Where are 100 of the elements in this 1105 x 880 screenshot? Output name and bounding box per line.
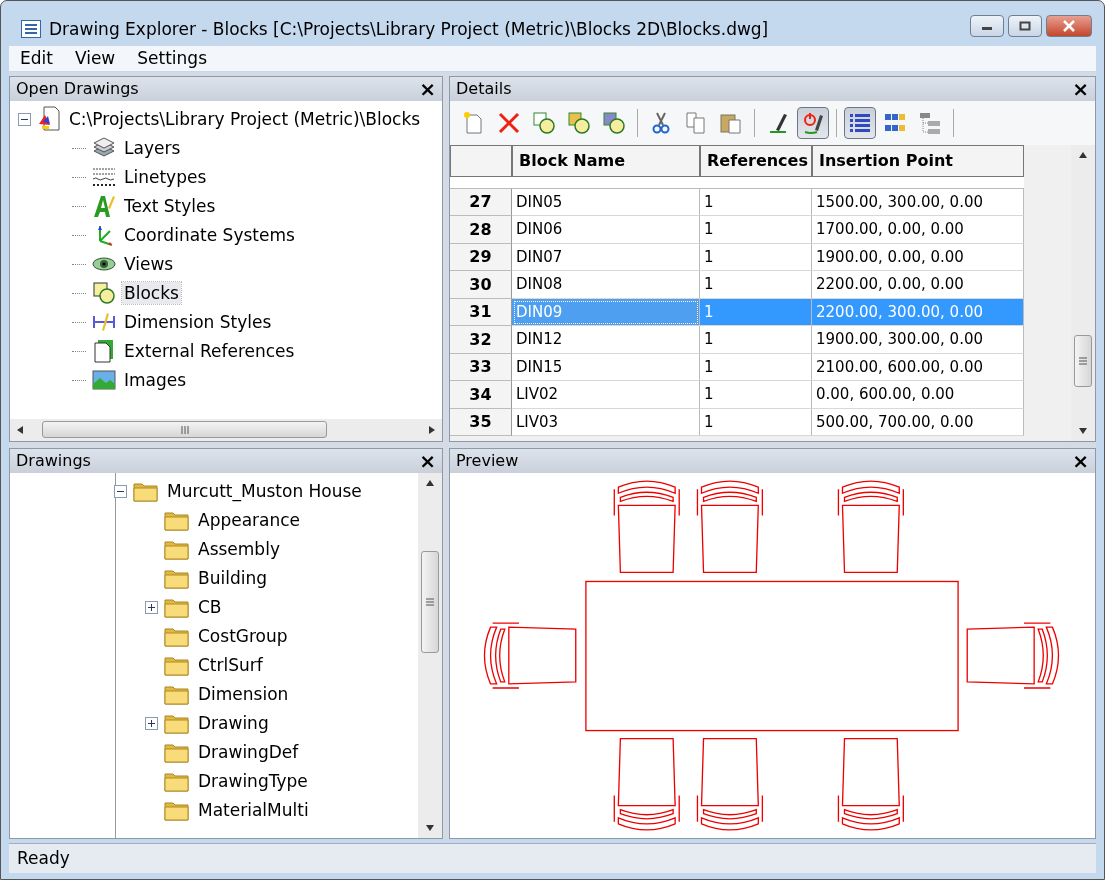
row-number: 34: [450, 381, 512, 409]
plus-icon: [147, 718, 156, 728]
menu-item[interactable]: Edit: [9, 48, 64, 69]
minimize-button[interactable]: [970, 15, 1004, 37]
column-header[interactable]: Insertion Point: [812, 144, 1024, 177]
table-cell[interactable]: 1500.00, 300.00, 0.00: [812, 188, 1024, 217]
tree-item[interactable]: CtrlSurf: [196, 654, 265, 677]
text-style-icon: [92, 194, 116, 219]
table-cell[interactable]: 1: [700, 353, 812, 382]
table-cell[interactable]: 500.00, 700.00, 0.00: [812, 408, 1024, 437]
table-cell[interactable]: DIN12: [512, 326, 700, 354]
arrow-up-icon[interactable]: [1078, 150, 1088, 159]
row-number: 32: [450, 326, 512, 354]
table-cell[interactable]: 1900.00, 300.00, 0.00: [812, 326, 1024, 354]
tree-item[interactable]: DrawingType: [196, 770, 310, 793]
vertical-scrollbar[interactable]: [418, 472, 442, 838]
power-pen-icon: [801, 110, 825, 135]
collapse-toggle[interactable]: [18, 112, 31, 126]
tree-item[interactable]: Text Styles: [122, 195, 218, 218]
tree-icon: [918, 110, 942, 135]
tree-item[interactable]: Appearance: [196, 509, 303, 532]
app-icon: [21, 19, 41, 38]
table-cell[interactable]: LIV02: [512, 381, 700, 409]
tree-item[interactable]: MaterialMulti: [196, 799, 311, 822]
tree-item[interactable]: Coordinate Systems: [122, 224, 297, 247]
tree-item[interactable]: C:\Projects\Library Project (Metric)\Blocks: [67, 108, 423, 131]
table-cell[interactable]: 1: [700, 243, 812, 272]
grip-icon: [1079, 355, 1087, 366]
folder-icon: [164, 683, 190, 706]
arrow-left-icon[interactable]: [16, 424, 24, 435]
image-icon: [92, 368, 116, 393]
folder-icon: [164, 712, 190, 735]
panel-title: Open Drawings: [16, 79, 139, 99]
tree-item[interactable]: DrawingDef: [196, 741, 301, 764]
tree-item[interactable]: Layers: [122, 137, 183, 160]
close-panel-button[interactable]: ×: [1072, 78, 1089, 99]
table-cell[interactable]: DIN08: [512, 271, 700, 299]
folder-icon: [164, 509, 190, 532]
close-panel-button[interactable]: ×: [419, 450, 436, 471]
arrow-down-icon[interactable]: [1078, 426, 1088, 435]
tree-item[interactable]: Dimension Styles: [122, 311, 274, 334]
expand-toggle[interactable]: [145, 716, 158, 730]
table-cell[interactable]: 1: [700, 271, 812, 299]
menu-item[interactable]: Settings: [126, 48, 218, 69]
table-cell[interactable]: 1700.00, 0.00, 0.00: [812, 216, 1024, 244]
folder-icon: [133, 480, 159, 503]
table-cell[interactable]: 1900.00, 0.00, 0.00: [812, 243, 1024, 272]
delete-icon: [497, 110, 521, 135]
vertical-scrollbar[interactable]: [1071, 144, 1095, 441]
tree-item[interactable]: Dimension: [196, 683, 291, 706]
row-number: 28: [450, 216, 512, 244]
collapse-toggle[interactable]: [114, 484, 127, 498]
tree-item[interactable]: Images: [122, 369, 189, 392]
table-cell[interactable]: DIN06: [512, 216, 700, 244]
row-number: 31: [450, 298, 512, 327]
table-cell[interactable]: 1: [700, 216, 812, 244]
table-cell[interactable]: 0.00, 600.00, 0.00: [812, 381, 1024, 409]
table-cell[interactable]: DIN05: [512, 188, 700, 217]
table-cell[interactable]: 1: [700, 326, 812, 354]
disk-block-icon: [602, 110, 626, 135]
arrow-right-icon[interactable]: [428, 424, 436, 435]
details-view-button[interactable]: [844, 106, 876, 139]
grip-icon: [179, 425, 190, 434]
table-cell[interactable]: 1: [700, 408, 812, 437]
plus-icon: [147, 602, 156, 612]
tree-item[interactable]: Assembly: [196, 538, 282, 561]
column-header[interactable]: Block Name: [512, 144, 700, 177]
table-cell[interactable]: 2200.00, 0.00, 0.00: [812, 271, 1024, 299]
table-cell[interactable]: 1: [700, 188, 812, 217]
tree-item[interactable]: Blocks: [122, 282, 181, 305]
expand-toggle[interactable]: [145, 600, 158, 614]
close-icon: [1062, 20, 1076, 32]
tree-item[interactable]: Drawing: [196, 712, 271, 735]
folder-icon: [164, 567, 190, 590]
tree-item[interactable]: Murcutt_Muston House: [165, 480, 364, 503]
close-panel-button[interactable]: ×: [419, 78, 436, 99]
table-cell[interactable]: 2100.00, 600.00, 0.00: [812, 353, 1024, 382]
tree-item[interactable]: CB: [196, 596, 224, 619]
menu-item[interactable]: View: [63, 48, 127, 69]
tree-item[interactable]: Views: [122, 253, 176, 276]
table-cell[interactable]: DIN07: [512, 243, 700, 272]
block-icon: [532, 110, 556, 135]
close-button[interactable]: [1046, 15, 1092, 37]
maximize-button[interactable]: [1008, 15, 1042, 37]
tree-item[interactable]: Building: [196, 567, 269, 590]
tree-item[interactable]: Linetypes: [122, 166, 209, 189]
power-pen-button[interactable]: [797, 106, 829, 139]
arrow-up-icon[interactable]: [425, 478, 435, 487]
tree-item[interactable]: CostGroup: [196, 625, 290, 648]
column-header[interactable]: References: [700, 144, 812, 177]
folder-icon: [164, 596, 190, 619]
table-cell[interactable]: DIN15: [512, 353, 700, 382]
arrow-down-icon[interactable]: [425, 823, 435, 832]
close-panel-button[interactable]: ×: [1072, 450, 1089, 471]
folder-icon: [164, 741, 190, 764]
tree-item[interactable]: External References: [122, 340, 297, 363]
table-cell[interactable]: 1: [700, 381, 812, 409]
table-cell[interactable]: LIV03: [512, 408, 700, 437]
row-number: 30: [450, 271, 512, 299]
horizontal-scrollbar[interactable]: [10, 418, 442, 441]
